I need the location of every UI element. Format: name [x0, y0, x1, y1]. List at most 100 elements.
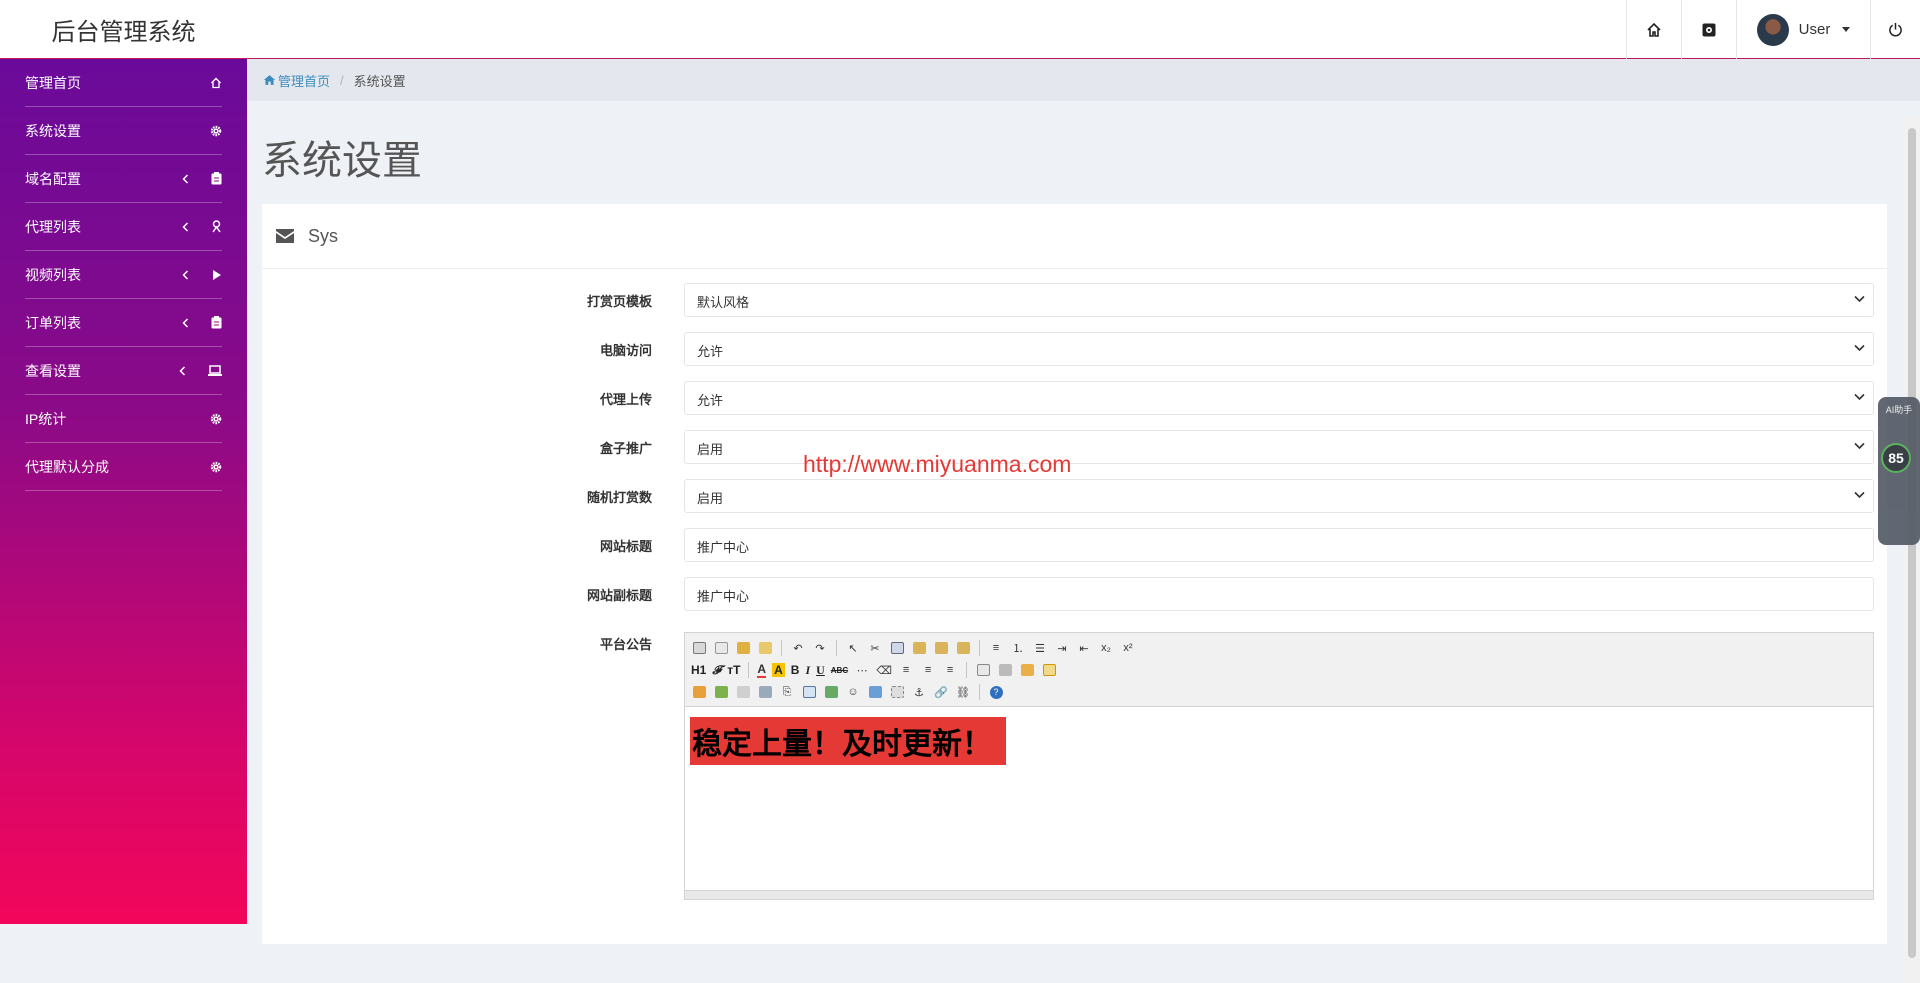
bold-button[interactable]: B — [791, 663, 800, 677]
heading-dropdown[interactable]: H1 — [691, 663, 706, 677]
anchor-icon[interactable]: ⚓ — [911, 685, 927, 699]
field-label: 随机打赏数 — [586, 490, 652, 505]
sidebar-item-view-settings[interactable]: 查看设置 — [25, 347, 222, 395]
ordered-list-icon[interactable]: ⒈ — [1010, 641, 1026, 655]
italic-button[interactable]: I — [805, 663, 810, 678]
person-icon — [212, 220, 221, 233]
paste-text-icon[interactable] — [933, 641, 949, 655]
gallery-icon[interactable] — [867, 685, 883, 699]
source-icon[interactable] — [691, 641, 707, 655]
select-all-icon[interactable]: ↖ — [845, 641, 861, 655]
sidebar-item-domain-config[interactable]: 域名配置 — [25, 155, 222, 203]
chevron-left-icon — [179, 365, 186, 376]
font-family-dropdown[interactable]: 𝓕 — [712, 663, 721, 678]
font-color-icon[interactable]: A — [757, 662, 767, 678]
unlink-icon[interactable]: ⛓ — [955, 685, 971, 699]
toolbar-separator — [836, 640, 837, 656]
attachment-icon[interactable]: ⎘ — [779, 685, 795, 699]
laptop-icon — [208, 365, 222, 376]
redo-icon[interactable]: ↷ — [812, 641, 828, 655]
chevron-down-icon — [1854, 295, 1865, 303]
emoticon-icon[interactable]: ☺ — [845, 685, 861, 699]
print-icon[interactable] — [997, 663, 1013, 677]
unordered-list-icon[interactable]: ☰ — [1032, 641, 1048, 655]
align-center-icon[interactable]: ≡ — [920, 663, 936, 677]
editor-content[interactable]: 稳定上量！及时更新！ — [685, 707, 1873, 775]
sidebar-item-label: 代理列表 — [25, 218, 81, 235]
media-icon[interactable] — [757, 685, 773, 699]
copy-icon[interactable] — [889, 641, 905, 655]
font-size-dropdown[interactable]: тT — [727, 663, 740, 677]
page-scrollbar[interactable] — [1904, 118, 1920, 983]
avatar — [1756, 13, 1789, 46]
notice-text: 稳定上量！及时更新！ — [690, 717, 1006, 765]
image-icon[interactable] — [691, 685, 707, 699]
horizontal-rule-icon[interactable]: ⋯ — [854, 663, 870, 677]
agent-upload-select[interactable]: 允许 — [684, 381, 1874, 415]
sidebar-item-agent-default-share[interactable]: 代理默认分成 — [25, 443, 222, 491]
paste-icon[interactable] — [911, 641, 927, 655]
multi-image-icon[interactable] — [713, 685, 729, 699]
code-icon[interactable] — [1041, 663, 1057, 677]
user-menu[interactable]: User — [1736, 0, 1870, 59]
sidebar-item-home[interactable]: 管理首页 — [25, 59, 222, 107]
settings-panel: Sys 打赏页模板 默认风格 电脑访问 允许 代理上传 允许 盒子推广 启用 随… — [262, 204, 1887, 944]
template-select[interactable]: 默认风格 — [684, 283, 1874, 317]
clear-format-icon[interactable] — [757, 641, 773, 655]
panel-header: Sys — [262, 204, 1887, 269]
sidebar-item-agent-list[interactable]: 代理列表 — [25, 203, 222, 251]
field-label: 盒子推广 — [599, 441, 652, 456]
strikethrough-button[interactable]: ABC — [831, 666, 848, 675]
cut-icon[interactable]: ✂ — [867, 641, 883, 655]
sidebar-item-ip-stats[interactable]: IP统计 — [25, 395, 222, 443]
fullscreen-button[interactable] — [1681, 0, 1736, 59]
home-button[interactable] — [1626, 0, 1681, 59]
chevron-left-icon — [182, 269, 189, 280]
select-value: 默认风格 — [697, 295, 750, 310]
link-icon[interactable]: 🔗 — [933, 685, 949, 699]
highlight-color-icon[interactable]: A — [772, 663, 785, 677]
site-subtitle-input[interactable]: 推广中心 — [684, 577, 1874, 611]
sidebar-item-video-list[interactable]: 视频列表 — [25, 251, 222, 299]
format-brush-icon[interactable] — [735, 641, 751, 655]
ai-assistant-label[interactable]: AI助手 — [1881, 403, 1917, 416]
breadcrumb-home-link[interactable]: 管理首页 — [263, 71, 330, 90]
random-tip-select[interactable]: 启用 — [684, 479, 1874, 513]
clipboard-icon — [211, 172, 222, 185]
align-right-icon[interactable]: ≡ — [942, 663, 958, 677]
editor-resize-handle[interactable] — [685, 890, 1873, 899]
floating-toolbox[interactable]: AI助手 85 — [1878, 397, 1920, 545]
gear-icon — [210, 413, 222, 424]
site-title-input[interactable]: 推广中心 — [684, 528, 1874, 562]
justify-icon[interactable]: ≡ — [988, 641, 1004, 655]
outdent-icon[interactable]: ⇤ — [1076, 641, 1092, 655]
logout-button[interactable] — [1870, 0, 1920, 59]
user-label: User — [1798, 21, 1831, 38]
table-icon[interactable] — [801, 685, 817, 699]
performance-score[interactable]: 85 — [1881, 443, 1911, 473]
form-row-site-title: 网站标题 推广中心 — [262, 528, 1887, 562]
pc-access-select[interactable]: 允许 — [684, 332, 1874, 366]
undo-icon[interactable]: ↶ — [790, 641, 806, 655]
help-icon[interactable]: ? — [988, 685, 1004, 699]
underline-button[interactable]: U — [816, 663, 825, 678]
align-left-icon[interactable]: ≡ — [898, 663, 914, 677]
paste-word-icon[interactable] — [955, 641, 971, 655]
preview-icon[interactable] — [975, 663, 991, 677]
brand-title[interactable]: 后台管理系统 — [0, 0, 247, 59]
sidebar-item-order-list[interactable]: 订单列表 — [25, 299, 222, 347]
superscript-icon[interactable]: x² — [1120, 641, 1136, 655]
breadcrumb-separator: / — [340, 72, 344, 88]
page-break-2-icon[interactable] — [889, 685, 905, 699]
indent-icon[interactable]: ⇥ — [1054, 641, 1070, 655]
clipboard-icon — [211, 316, 222, 329]
insert-row-icon[interactable] — [823, 685, 839, 699]
page-break-icon[interactable] — [1019, 663, 1035, 677]
chevron-down-icon — [1854, 393, 1865, 401]
flash-icon[interactable] — [735, 685, 751, 699]
template-icon[interactable] — [713, 641, 729, 655]
eraser-icon[interactable]: ⌫ — [876, 663, 892, 677]
sidebar-item-system-settings[interactable]: 系统设置 — [25, 107, 222, 155]
chevron-down-icon — [1854, 344, 1865, 352]
subscript-icon[interactable]: x₂ — [1098, 641, 1114, 655]
